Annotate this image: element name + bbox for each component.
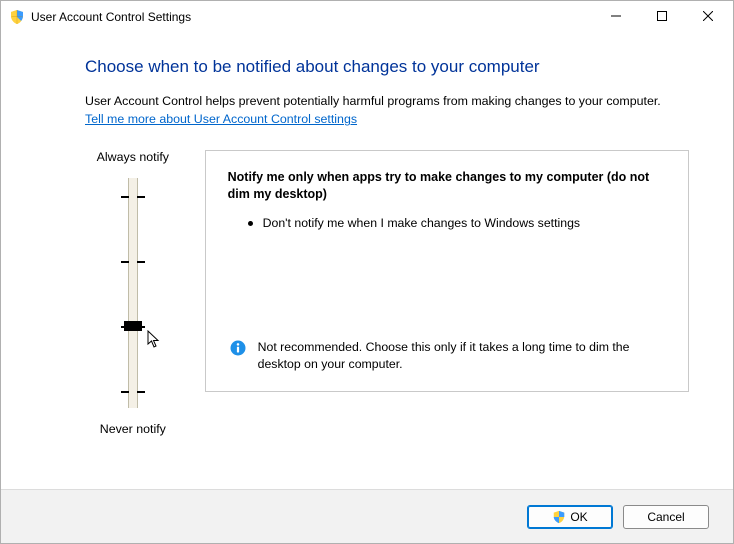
page-description: User Account Control helps prevent poten… (85, 93, 689, 110)
recommendation-row: Not recommended. Choose this only if it … (228, 339, 666, 373)
uac-shield-icon (9, 9, 25, 25)
panel-title: Notify me only when apps try to make cha… (228, 169, 666, 203)
ok-button[interactable]: OK (527, 505, 613, 529)
slider-tick (137, 196, 145, 198)
bullet-icon (248, 221, 253, 226)
slider-label-bottom: Never notify (85, 422, 181, 436)
content-area: Choose when to be notified about changes… (1, 33, 733, 436)
info-icon (230, 340, 246, 356)
dialog-footer: OK Cancel (1, 489, 733, 543)
cancel-button-label: Cancel (647, 510, 684, 524)
titlebar: User Account Control Settings (1, 1, 733, 33)
main-row: Always notify Never notify (85, 150, 689, 436)
window-controls (593, 1, 731, 33)
cancel-button[interactable]: Cancel (623, 505, 709, 529)
slider-label-top: Always notify (85, 150, 181, 164)
ok-button-label: OK (570, 510, 587, 524)
slider-track (128, 178, 138, 408)
notification-level-slider[interactable] (85, 178, 181, 408)
slider-tick (137, 391, 145, 393)
slider-tick (121, 196, 129, 198)
slider-tick (121, 261, 129, 263)
slider-tick (137, 261, 145, 263)
learn-more-link[interactable]: Tell me more about User Account Control … (85, 112, 357, 126)
panel-bullet-text: Don't notify me when I make changes to W… (263, 215, 580, 232)
minimize-button[interactable] (593, 1, 639, 31)
notification-description-panel: Notify me only when apps try to make cha… (205, 150, 689, 392)
window-title: User Account Control Settings (31, 10, 593, 24)
recommendation-text: Not recommended. Choose this only if it … (258, 339, 666, 373)
slider-tick (121, 391, 129, 393)
close-button[interactable] (685, 1, 731, 31)
slider-thumb[interactable] (124, 321, 142, 331)
uac-shield-icon (552, 510, 566, 524)
maximize-button[interactable] (639, 1, 685, 31)
slider-column: Always notify Never notify (85, 150, 181, 436)
page-heading: Choose when to be notified about changes… (85, 57, 689, 77)
cursor-icon (147, 330, 161, 348)
panel-bullet: Don't notify me when I make changes to W… (228, 215, 666, 232)
